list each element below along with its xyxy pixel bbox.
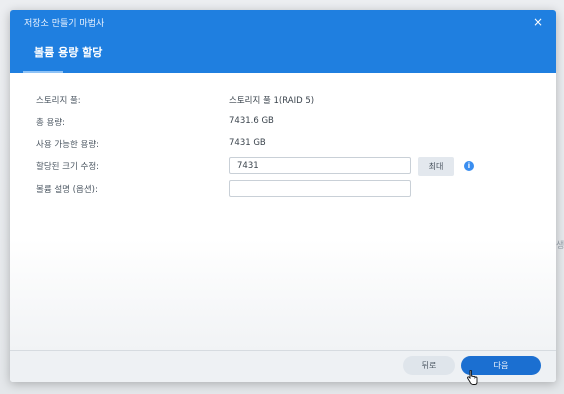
back-button[interactable]: 뒤로 — [403, 356, 455, 375]
max-button[interactable]: 최대 — [418, 157, 454, 176]
storage-pool-value: 스토리지 풀 1(RAID 5) — [229, 96, 315, 106]
wizard-dialog: 저장소 만들기 마법사 × 볼륨 용량 할당 스토리지 풀: 스토리지 풀 1(… — [10, 10, 556, 382]
dialog-content — [10, 73, 556, 350]
background-text-fragment: 생 — [556, 241, 564, 251]
available-capacity-label: 사용 가능한 용량: — [36, 140, 100, 150]
hand-pointer-icon — [467, 370, 478, 385]
storage-pool-label: 스토리지 풀: — [36, 96, 81, 106]
info-icon[interactable]: i — [464, 161, 474, 171]
window-title: 저장소 만들기 마법사 — [24, 19, 105, 29]
close-icon[interactable]: × — [530, 14, 546, 30]
volume-description-input[interactable] — [229, 180, 411, 197]
total-capacity-label: 총 용량: — [36, 118, 66, 128]
allocated-size-input[interactable] — [229, 157, 411, 174]
allocated-size-label: 할당된 크기 수정: — [36, 162, 100, 172]
total-capacity-value: 7431.6 GB — [229, 116, 274, 126]
page-title: 볼륨 용량 할당 — [34, 46, 103, 59]
dialog-header: 저장소 만들기 마법사 × 볼륨 용량 할당 — [10, 10, 556, 73]
volume-description-label: 볼륨 설명 (옵션): — [36, 185, 98, 195]
available-capacity-value: 7431 GB — [229, 138, 266, 148]
